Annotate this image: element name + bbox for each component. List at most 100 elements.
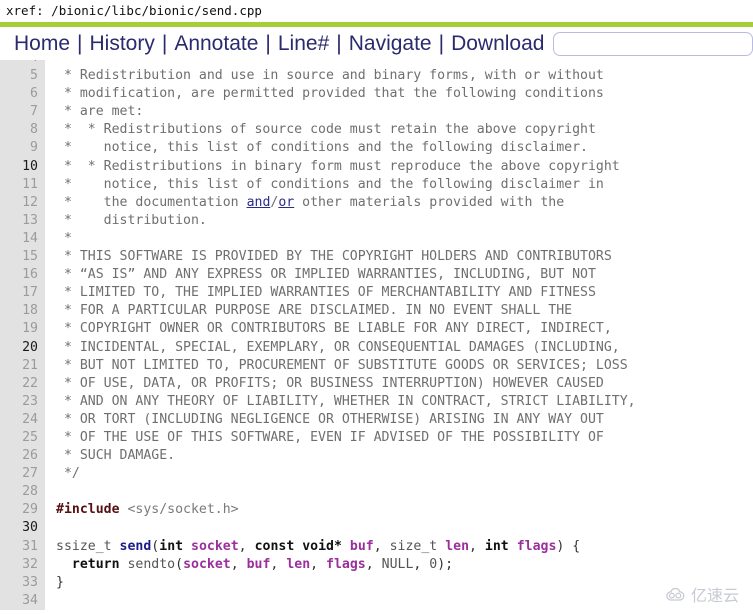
code-token: * notice, this list of conditions and th… <box>56 176 604 192</box>
code-line: 11 * notice, this list of conditions and… <box>0 175 753 194</box>
line-number[interactable]: 23 <box>0 392 45 411</box>
code-token: flags <box>516 538 557 554</box>
line-number[interactable]: 14 <box>0 229 45 249</box>
nav-separator: | <box>438 32 445 55</box>
line-number[interactable]: 22 <box>0 374 45 393</box>
line-number[interactable]: 15 <box>0 248 45 267</box>
code-line: 9 * notice, this list of conditions and … <box>0 139 753 158</box>
code-token: void* <box>302 538 342 554</box>
line-number[interactable]: 4 <box>0 60 45 68</box>
line-number[interactable]: 34 <box>0 591 45 610</box>
code-token: size_t <box>389 538 438 554</box>
line-number[interactable]: 21 <box>0 356 45 375</box>
line-number[interactable]: 13 <box>0 211 45 230</box>
code-token: * FOR A PARTICULAR PURPOSE ARE DISCLAIME… <box>56 303 573 319</box>
code-line-text: ssize_t send(int socket, const void* buf… <box>45 538 580 556</box>
line-number[interactable]: 33 <box>0 573 45 592</box>
main-navigation-bar: Home | History | Annotate | Line# | Navigate | Dow… <box>0 27 753 60</box>
line-number[interactable]: 27 <box>0 465 45 484</box>
line-number[interactable]: 32 <box>0 555 45 574</box>
code-line-text: * <box>45 60 72 67</box>
line-number[interactable]: 16 <box>0 266 45 285</box>
code-line: 33} <box>0 573 753 592</box>
line-number[interactable]: 8 <box>0 121 45 140</box>
code-token: send <box>119 538 152 554</box>
source-code-viewport[interactable]: 4 *5 * Redistribution and use in source … <box>0 60 753 614</box>
line-number[interactable]: 30 <box>0 519 45 538</box>
code-line-text: * distribution. <box>45 212 207 230</box>
line-number[interactable]: 7 <box>0 103 45 122</box>
line-number[interactable]: 11 <box>0 175 45 194</box>
code-line-text <box>45 592 56 610</box>
code-line: 12 * the documentation and/or other mate… <box>0 193 753 212</box>
line-number[interactable]: 19 <box>0 320 45 339</box>
nav-link-home[interactable]: Home <box>14 33 70 54</box>
code-line: 13 * distribution. <box>0 211 753 230</box>
code-token: int <box>159 538 184 554</box>
code-token: * OF THE USE OF THIS SOFTWARE, EVEN IF A… <box>56 429 604 445</box>
line-number[interactable]: 18 <box>0 302 45 321</box>
code-token: ssize_t <box>56 538 120 554</box>
code-line: 7 * are met: <box>0 103 753 122</box>
line-number[interactable]: 24 <box>0 410 45 429</box>
search-input[interactable] <box>553 31 753 56</box>
code-line: 29 #include <sys/socket.h> <box>0 501 753 520</box>
code-line: 20 * INCIDENTAL, SPECIAL, EXEMPLARY, OR … <box>0 338 753 357</box>
code-line-text: * are met: <box>45 103 143 121</box>
line-number[interactable]: 10 <box>0 157 45 176</box>
line-number[interactable]: 5 <box>0 67 45 86</box>
nav-separator: | <box>161 32 168 55</box>
code-token: buf <box>349 538 374 554</box>
code-token: NULL <box>381 556 414 572</box>
code-token: * modification, are permitted provided t… <box>56 86 604 102</box>
code-line-text: * “AS IS” AND ANY EXPRESS OR IMPLIED WAR… <box>45 266 596 284</box>
code-symbol-link[interactable]: and <box>247 195 271 210</box>
code-token: , <box>413 556 430 572</box>
line-number[interactable]: 25 <box>0 428 45 448</box>
code-line-text: * Redistribution and use in source and b… <box>45 67 604 85</box>
line-number[interactable]: 28 <box>0 483 45 502</box>
code-line-text: * the documentation and/or other materia… <box>45 194 564 212</box>
nav-link-linenumber[interactable]: Line# <box>278 33 329 54</box>
code-token: , <box>365 556 382 572</box>
code-line-text: * AND ON ANY THEORY OF LIABILITY, WHETHE… <box>45 393 636 411</box>
code-line: 23 * AND ON ANY THEORY OF LIABILITY, WHE… <box>0 392 753 411</box>
code-token: buf <box>246 556 271 572</box>
xref-path[interactable]: /bionic/libc/bionic/send.cpp <box>51 3 262 18</box>
code-line: 32 return sendto(socket, buf, len, flags… <box>0 555 753 574</box>
line-number[interactable]: 6 <box>0 85 45 104</box>
line-number[interactable]: 20 <box>0 338 45 357</box>
nav-links-group: Home | History | Annotate | Line# | Navigate | Dow… <box>14 33 544 54</box>
code-line: 30 <box>0 519 753 538</box>
code-token: * OF USE, DATA, OR PROFITS; OR BUSINESS … <box>56 375 604 391</box>
nav-separator: | <box>265 32 271 55</box>
code-token: len <box>445 538 470 554</box>
line-number[interactable]: 12 <box>0 193 45 212</box>
nav-link-navigate[interactable]: Navigate <box>349 33 432 54</box>
nav-link-annotate[interactable]: Annotate <box>174 33 258 54</box>
code-token: * LIMITED TO, THE IMPLIED WARRANTIES OF … <box>56 285 596 301</box>
line-number[interactable]: 17 <box>0 284 45 303</box>
code-line-text: * BUT NOT LIMITED TO, PROCUREMENT OF SUB… <box>45 357 628 375</box>
line-number[interactable]: 31 <box>0 537 45 556</box>
code-line-text <box>45 519 56 537</box>
code-token: * distribution. <box>56 212 207 228</box>
code-symbol-link[interactable]: or <box>278 195 294 210</box>
code-token: , <box>469 538 485 554</box>
code-line: 6 * modification, are permitted provided… <box>0 85 753 104</box>
line-number[interactable]: 29 <box>0 501 45 520</box>
line-number[interactable]: 9 <box>0 139 45 158</box>
code-line-text: * * Redistributions of source code must … <box>45 121 596 139</box>
code-token: * are met: <box>56 104 144 120</box>
xref-path-bar: xref: /bionic/libc/bionic/send.cpp <box>0 0 753 22</box>
code-line: 25 * OF THE USE OF THIS SOFTWARE, EVEN I… <box>0 428 753 448</box>
nav-link-download[interactable]: Download <box>451 33 544 54</box>
code-token: return <box>71 556 120 572</box>
nav-link-history[interactable]: History <box>90 33 155 54</box>
code-line-text: */ <box>45 465 80 483</box>
code-line: 21 * BUT NOT LIMITED TO, PROCUREMENT OF … <box>0 356 753 375</box>
code-token: * Redistribution and use in source and b… <box>56 68 604 84</box>
line-number[interactable]: 26 <box>0 447 45 466</box>
